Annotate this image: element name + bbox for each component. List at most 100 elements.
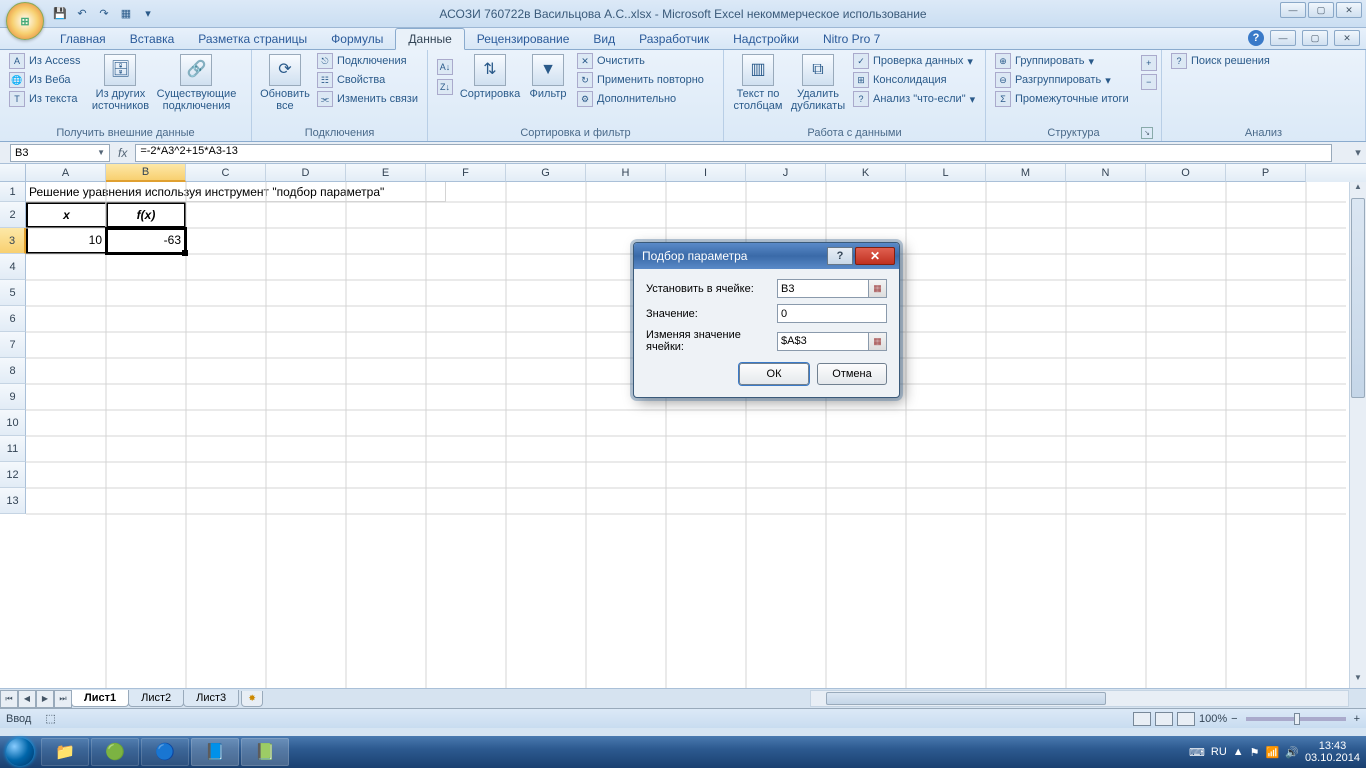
tray-volume-icon[interactable]: 🔊: [1285, 746, 1299, 759]
col-header-e[interactable]: E: [346, 164, 426, 182]
row-header-2[interactable]: 2: [0, 202, 26, 228]
tab-review[interactable]: Рецензирование: [465, 29, 582, 49]
tab-view[interactable]: Вид: [581, 29, 627, 49]
subtotal-button[interactable]: ΣПромежуточные итоги: [992, 90, 1132, 108]
hscroll-thumb[interactable]: [826, 692, 1106, 705]
clear-filter-button[interactable]: ✕Очистить: [574, 52, 707, 70]
first-sheet-button[interactable]: ⏮: [0, 690, 18, 708]
row-header-3[interactable]: 3: [0, 228, 26, 254]
tab-home[interactable]: Главная: [48, 29, 118, 49]
col-header-j[interactable]: J: [746, 164, 826, 182]
row-header-5[interactable]: 5: [0, 280, 26, 306]
vscroll-thumb[interactable]: [1351, 198, 1365, 398]
row-header-6[interactable]: 6: [0, 306, 26, 332]
qat-dropdown-icon[interactable]: ▾: [138, 4, 158, 24]
col-header-m[interactable]: M: [986, 164, 1066, 182]
vertical-scrollbar[interactable]: ▲ ▼: [1349, 182, 1366, 688]
col-header-i[interactable]: I: [666, 164, 746, 182]
horizontal-scrollbar[interactable]: [810, 690, 1349, 707]
data-validation-button[interactable]: ✓Проверка данных ▾: [850, 52, 978, 70]
cell-a3[interactable]: 10: [26, 228, 106, 254]
tab-insert[interactable]: Вставка: [118, 29, 187, 49]
ribbon-close-button[interactable]: ✕: [1334, 30, 1360, 46]
col-header-b[interactable]: B: [106, 164, 186, 182]
col-header-c[interactable]: C: [186, 164, 266, 182]
formula-input[interactable]: =-2*A3^2+15*A3-13: [135, 144, 1332, 162]
set-cell-ref-button[interactable]: ▦: [869, 279, 887, 298]
text-to-columns-button[interactable]: ▥Текст по столбцам: [730, 52, 786, 114]
sort-desc-button[interactable]: Z↓: [434, 78, 456, 96]
remove-duplicates-button[interactable]: ⧉Удалить дубликаты: [788, 52, 848, 114]
col-header-p[interactable]: P: [1226, 164, 1306, 182]
ribbon-minimize-button[interactable]: —: [1270, 30, 1296, 46]
tab-formulas[interactable]: Формулы: [319, 29, 395, 49]
row-header-11[interactable]: 11: [0, 436, 26, 462]
zoom-in-button[interactable]: +: [1354, 713, 1360, 725]
start-button[interactable]: [0, 736, 40, 768]
maximize-button[interactable]: ▢: [1308, 2, 1334, 18]
expand-formula-bar[interactable]: ▾: [1350, 146, 1366, 159]
to-value-input[interactable]: [777, 304, 887, 323]
dialog-help-button[interactable]: ?: [827, 247, 853, 265]
group-button[interactable]: ⊕Группировать ▾: [992, 52, 1132, 70]
advanced-filter-button[interactable]: ⚙Дополнительно: [574, 90, 707, 108]
page-break-view-button[interactable]: [1177, 712, 1195, 726]
row-header-1[interactable]: 1: [0, 182, 26, 202]
from-access-button[interactable]: AИз Access: [6, 52, 83, 70]
properties-button[interactable]: ☷Свойства: [314, 71, 421, 89]
normal-view-button[interactable]: [1133, 712, 1151, 726]
cell-a2[interactable]: x: [26, 202, 106, 228]
help-icon[interactable]: ?: [1248, 30, 1264, 46]
dialog-titlebar[interactable]: Подбор параметра ? ✕: [634, 243, 899, 269]
new-sheet-button[interactable]: ✸: [241, 691, 263, 707]
taskbar-explorer[interactable]: 📁: [41, 738, 89, 766]
tab-addins[interactable]: Надстройки: [721, 29, 811, 49]
connections-button[interactable]: ⎋Подключения: [314, 52, 421, 70]
solver-button[interactable]: ?Поиск решения: [1168, 52, 1273, 70]
tray-language[interactable]: RU: [1211, 746, 1227, 758]
zoom-out-button[interactable]: −: [1231, 713, 1237, 725]
ok-button[interactable]: ОК: [739, 363, 809, 385]
tab-nitro[interactable]: Nitro Pro 7: [811, 29, 892, 49]
show-detail-button[interactable]: +: [1138, 54, 1160, 72]
what-if-button[interactable]: ?Анализ "что-если" ▾: [850, 90, 978, 108]
taskbar-app-1[interactable]: 🟢: [91, 738, 139, 766]
prev-sheet-button[interactable]: ◀: [18, 690, 36, 708]
row-header-8[interactable]: 8: [0, 358, 26, 384]
tab-developer[interactable]: Разработчик: [627, 29, 721, 49]
from-web-button[interactable]: 🌐Из Веба: [6, 71, 83, 89]
ribbon-restore-button[interactable]: ▢: [1302, 30, 1328, 46]
tray-show-hidden-icon[interactable]: ▲: [1233, 746, 1244, 758]
by-changing-input[interactable]: [777, 332, 869, 351]
row-header-4[interactable]: 4: [0, 254, 26, 280]
tray-flag-icon[interactable]: ⚑: [1250, 746, 1260, 759]
fx-icon[interactable]: fx: [118, 146, 127, 160]
save-icon[interactable]: 💾: [50, 4, 70, 24]
sort-asc-button[interactable]: A↓: [434, 58, 456, 76]
col-header-l[interactable]: L: [906, 164, 986, 182]
col-header-o[interactable]: O: [1146, 164, 1226, 182]
row-header-7[interactable]: 7: [0, 332, 26, 358]
name-box[interactable]: B3▼: [10, 144, 110, 162]
consolidate-button[interactable]: ⊞Консолидация: [850, 71, 978, 89]
row-header-12[interactable]: 12: [0, 462, 26, 488]
tray-network-icon[interactable]: 📶: [1266, 746, 1280, 759]
dialog-close-button[interactable]: ✕: [855, 247, 895, 265]
page-layout-view-button[interactable]: [1155, 712, 1173, 726]
ungroup-button[interactable]: ⊖Разгруппировать ▾: [992, 71, 1132, 89]
sheet-tab-2[interactable]: Лист2: [128, 690, 184, 707]
scroll-up-icon[interactable]: ▲: [1350, 182, 1366, 197]
next-sheet-button[interactable]: ▶: [36, 690, 54, 708]
sort-button[interactable]: ⇅Сортировка: [458, 52, 522, 102]
col-header-f[interactable]: F: [426, 164, 506, 182]
print-preview-icon[interactable]: ▦: [116, 4, 136, 24]
sheet-tab-1[interactable]: Лист1: [71, 690, 129, 707]
row-header-10[interactable]: 10: [0, 410, 26, 436]
taskbar-excel[interactable]: 📗: [241, 738, 289, 766]
scroll-down-icon[interactable]: ▼: [1350, 673, 1366, 688]
col-header-g[interactable]: G: [506, 164, 586, 182]
col-header-n[interactable]: N: [1066, 164, 1146, 182]
cancel-button[interactable]: Отмена: [817, 363, 887, 385]
tab-data[interactable]: Данные: [395, 28, 464, 50]
existing-connections-button[interactable]: 🔗Существующие подключения: [157, 52, 235, 114]
